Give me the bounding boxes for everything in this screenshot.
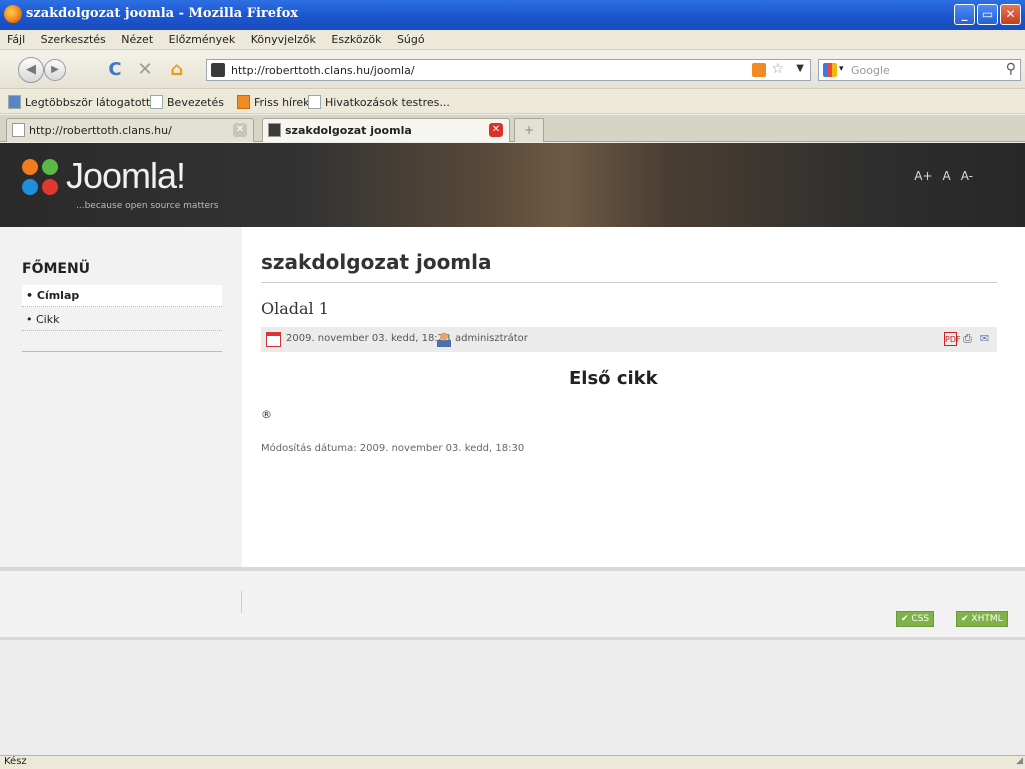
status-text: Kész [4, 756, 27, 767]
email-icon[interactable]: ✉ [978, 332, 991, 346]
navigation-toolbar: ◀ ▶ C ✕ ⌂ http://roberttoth.clans.hu/joo… [0, 51, 1025, 89]
page-icon [150, 95, 163, 109]
rss-feed-icon [237, 95, 250, 109]
bullet-icon: • [26, 313, 36, 326]
close-tab-icon[interactable]: ✕ [233, 123, 247, 137]
window-titlebar: szakdolgozat joomla - Mozilla Firefox _ … [0, 0, 1025, 30]
content-area: FŐMENÜ • Címlap • Cikk szakdolgozat joom… [0, 227, 1025, 567]
site-logo-text[interactable]: Joomla! [66, 155, 186, 197]
menu-view[interactable]: Nézet [121, 30, 153, 50]
article-title: Oladal 1 [261, 299, 329, 318]
modified-date: Módosítás dátuma: 2009. november 03. ked… [261, 443, 525, 454]
new-tab-button[interactable]: + [514, 118, 544, 142]
url-bar[interactable]: http://roberttoth.clans.hu/joomla/ ☆ ▼ [206, 59, 811, 81]
bookmarks-toolbar: Legtöbbször látogatott Bevezetés Friss h… [0, 90, 1025, 114]
xhtml-valid-badge[interactable]: ✔ XHTML [956, 611, 1008, 627]
article-meta-bar: 2009. november 03. kedd, 18:28 adminiszt… [261, 327, 997, 352]
site-tagline: ...because open source matters [76, 201, 219, 211]
font-size-controls: A+ A A- [914, 169, 973, 183]
page-viewport: Joomla! ...because open source matters A… [0, 143, 1025, 755]
forward-button[interactable]: ▶ [44, 59, 66, 81]
article-heading: Első cikk [569, 368, 658, 389]
firefox-icon [4, 5, 22, 23]
menu-item-article[interactable]: • Cikk [22, 309, 222, 331]
user-icon [437, 332, 451, 347]
menu-file[interactable]: Fájl [7, 30, 25, 50]
search-bar[interactable]: ▾ Google ⚲ [818, 59, 1021, 81]
tab-roberttoth[interactable]: http://roberttoth.clans.hu/ ✕ [6, 118, 254, 142]
pdf-icon[interactable]: PDF [944, 332, 961, 346]
menu-help[interactable]: Súgó [397, 30, 425, 50]
resize-grip-icon[interactable]: ◢ [1016, 756, 1023, 766]
registered-symbol: ® [261, 408, 272, 421]
bookmark-most-visited[interactable]: Legtöbbször látogatott [8, 95, 150, 109]
menu-divider [22, 351, 222, 352]
joomla-favicon [268, 123, 281, 137]
increase-font-button[interactable]: A+ [914, 169, 932, 183]
print-icon[interactable]: ⎙ [961, 332, 974, 346]
menu-history[interactable]: Előzmények [169, 30, 236, 50]
menu-bookmarks[interactable]: Könyvjelzők [251, 30, 316, 50]
url-dropdown-icon[interactable]: ▼ [796, 63, 804, 74]
back-button[interactable]: ◀ [18, 57, 44, 83]
bookmark-star-icon[interactable]: ☆ [771, 61, 784, 77]
site-footer: ✔ CSS ✔ XHTML [0, 571, 1025, 637]
bookmark-customize-links[interactable]: Hivatkozások testres... [308, 95, 450, 109]
page-title: szakdolgozat joomla [261, 250, 492, 274]
menu-item-home[interactable]: • Címlap [22, 285, 222, 307]
site-favicon [211, 63, 225, 77]
css-valid-badge[interactable]: ✔ CSS [896, 611, 935, 627]
tab-szakdolgozat[interactable]: szakdolgozat joomla ✕ [262, 118, 510, 142]
home-button[interactable]: ⌂ [166, 59, 188, 81]
footer-bottom-rule [0, 637, 1025, 640]
page-icon [12, 123, 25, 137]
menu-edit[interactable]: Szerkesztés [41, 30, 106, 50]
search-icon[interactable]: ⚲ [1006, 61, 1016, 77]
status-bar: Kész ◢ [0, 755, 1025, 769]
search-input[interactable]: Google [851, 64, 890, 77]
menu-bar: Fájl Szerkesztés Nézet Előzmények Könyvj… [0, 30, 1025, 50]
sidebar: FŐMENÜ • Címlap • Cikk [0, 227, 242, 567]
reset-font-button[interactable]: A [943, 169, 951, 183]
window-title: szakdolgozat joomla - Mozilla Firefox [26, 6, 299, 21]
bookmark-latest-headlines[interactable]: Friss hírek [237, 95, 310, 109]
page-icon [308, 95, 321, 109]
main-menu-title: FŐMENÜ [22, 261, 91, 277]
url-text[interactable]: http://roberttoth.clans.hu/joomla/ [231, 64, 415, 77]
bookmark-folder-icon [8, 95, 21, 109]
calendar-icon [266, 332, 281, 347]
article-date: 2009. november 03. kedd, 18:28 [286, 333, 451, 344]
google-icon[interactable] [823, 63, 837, 77]
rss-icon[interactable] [752, 63, 766, 77]
bookmark-getting-started[interactable]: Bevezetés [150, 95, 224, 109]
site-header: Joomla! ...because open source matters A… [0, 143, 1025, 227]
reload-button[interactable]: C [104, 59, 126, 81]
search-engine-dropdown-icon[interactable]: ▾ [839, 64, 844, 74]
menu-tools[interactable]: Eszközök [331, 30, 381, 50]
title-divider [261, 282, 997, 283]
article-author: adminisztrátor [455, 333, 528, 344]
joomla-logo-icon[interactable] [22, 159, 62, 199]
close-window-button[interactable]: ✕ [1000, 4, 1021, 25]
minimize-button[interactable]: _ [954, 4, 975, 25]
bullet-icon: • [26, 289, 37, 302]
footer-separator [241, 591, 242, 613]
tab-strip: http://roberttoth.clans.hu/ ✕ szakdolgoz… [0, 115, 1025, 142]
close-tab-icon[interactable]: ✕ [489, 123, 503, 137]
stop-button[interactable]: ✕ [134, 59, 156, 81]
decrease-font-button[interactable]: A- [961, 169, 973, 183]
maximize-button[interactable]: ▭ [977, 4, 998, 25]
